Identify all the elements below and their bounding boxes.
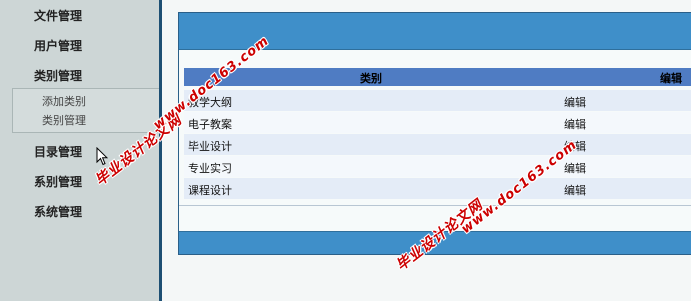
edit-link[interactable]: 编辑 [564,116,586,132]
mouse-cursor-icon [96,147,108,166]
category-submenu: 添加类别 类别管理 [12,88,159,133]
table-row: 课程设计 编辑 [184,178,691,199]
edit-link[interactable]: 编辑 [564,182,586,198]
content-panel: 类别 编辑 教学大纲 编辑 电子教案 编辑 毕业设计 编辑 专业实习 编辑 课程… [178,12,691,255]
category-cell: 电子教案 [188,118,232,131]
edit-link[interactable]: 编辑 [564,138,586,154]
submenu-item-add-category[interactable]: 添加类别 [42,95,86,108]
column-header-edit: 编辑 [660,72,682,85]
edit-link[interactable]: 编辑 [564,160,586,176]
sidebar-item-category-management[interactable]: 类别管理 [34,69,82,83]
sidebar-item-file-management[interactable]: 文件管理 [34,9,82,23]
panel-footer-bar [179,231,691,254]
panel-header-bar [179,13,691,50]
sidebar-item-system-management[interactable]: 系统管理 [34,205,82,219]
column-header-category: 类别 [360,72,382,85]
edit-link[interactable]: 编辑 [564,94,586,110]
sidebar-item-department-management[interactable]: 系别管理 [34,175,82,189]
category-cell: 专业实习 [188,162,232,175]
table-row: 毕业设计 编辑 [184,134,691,155]
submenu-item-category-management[interactable]: 类别管理 [42,114,86,127]
table-row: 电子教案 编辑 [184,112,691,133]
category-cell: 教学大纲 [188,96,232,109]
category-cell: 课程设计 [188,184,232,197]
sidebar-item-directory-management[interactable]: 目录管理 [34,145,82,159]
table-row: 专业实习 编辑 [184,156,691,177]
table-bottom-rule [179,205,691,206]
sidebar-item-user-management[interactable]: 用户管理 [34,39,82,53]
sidebar-divider [159,0,162,301]
category-cell: 毕业设计 [188,140,232,153]
sidebar: 文件管理 用户管理 类别管理 添加类别 类别管理 目录管理 系别管理 系统管理 [0,0,159,301]
table-header: 类别 编辑 [184,68,691,86]
table-row: 教学大纲 编辑 [184,90,691,111]
